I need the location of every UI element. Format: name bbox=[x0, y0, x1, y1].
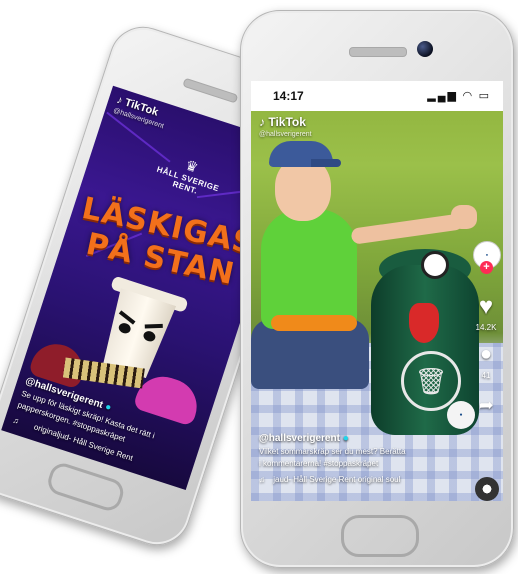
comment-icon[interactable]: ● bbox=[471, 343, 501, 366]
music-disc-icon[interactable] bbox=[475, 477, 499, 501]
heart-icon[interactable]: ♥ bbox=[471, 293, 501, 321]
battery-icon: ▭ bbox=[478, 90, 491, 102]
bin-mouth bbox=[409, 303, 439, 343]
tiktok-note-icon: ♪ bbox=[259, 115, 265, 129]
speaker-grille bbox=[182, 77, 239, 104]
caption-line2: i kommentarerna! #stoppaskräpet bbox=[259, 459, 379, 468]
girl-arm bbox=[350, 213, 464, 245]
tied-sweater bbox=[271, 315, 357, 331]
trash-sign-icon: 🗑 bbox=[401, 351, 461, 411]
music-note-icon: ♫ bbox=[259, 475, 265, 484]
music-note-icon: ♫ bbox=[11, 415, 21, 426]
front-camera bbox=[417, 41, 433, 57]
bin-eye bbox=[421, 251, 449, 279]
home-button[interactable] bbox=[341, 515, 419, 557]
share-icon[interactable]: ➦ bbox=[471, 395, 501, 416]
cap-brim bbox=[311, 159, 341, 167]
wifi-icon: ◠ bbox=[463, 90, 474, 102]
brow bbox=[144, 323, 163, 329]
status-bar: 14:17 ▂▄▆ ◠ ▭ bbox=[251, 81, 503, 111]
follow-plus-icon[interactable]: + bbox=[480, 261, 493, 274]
girl-shirt bbox=[261, 209, 357, 329]
tiktok-note-icon: ♪ bbox=[115, 93, 125, 108]
girl-hand bbox=[451, 205, 477, 229]
account-watermark: @hallsverigerent bbox=[259, 131, 312, 138]
headline: LÄSKIGAST PÅ STAN bbox=[78, 190, 280, 293]
like-count: 14.2K bbox=[475, 323, 497, 332]
status-time: 14:17 bbox=[273, 89, 304, 103]
verified-icon: ● bbox=[342, 433, 349, 444]
front-phone-screen[interactable]: 14:17 ▂▄▆ ◠ ▭ 🗑 ● ♪ TikTok @hallsveriger… bbox=[251, 81, 503, 501]
verified-icon: ● bbox=[103, 401, 113, 414]
front-phone: 14:17 ▂▄▆ ◠ ▭ 🗑 ● ♪ TikTok @hallsveriger… bbox=[240, 10, 514, 568]
tiktok-logo: ♪ TikTok bbox=[259, 115, 306, 129]
caption-line1: Vilket sommarskräp ser du mest? Berätta bbox=[259, 447, 406, 456]
author-handle[interactable]: @hallsverigerent ● bbox=[259, 433, 349, 444]
comment-count: 41 bbox=[481, 371, 491, 380]
home-button[interactable] bbox=[44, 460, 127, 514]
status-icons: ▂▄▆ ◠ ▭ bbox=[427, 89, 491, 102]
signal-icon: ▂▄▆ bbox=[427, 90, 458, 102]
sound-row[interactable]: ♫ jaud- Håll Sverige Rent original soul bbox=[259, 475, 400, 484]
speaker-grille bbox=[349, 47, 407, 57]
brand-logo: ♛ HÅLL SVERIGE RENT. bbox=[148, 147, 231, 204]
